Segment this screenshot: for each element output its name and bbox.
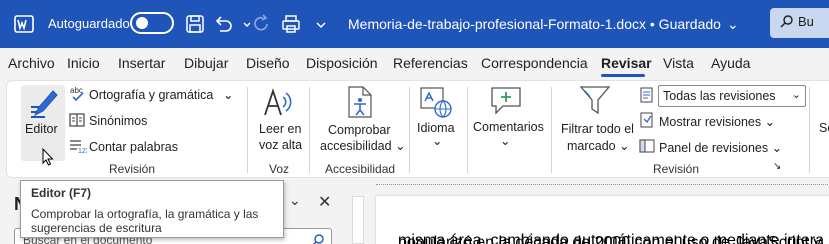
document-line-2: popularizó en la década de 2000 con el u… xyxy=(398,234,822,244)
spelling-icon: abc xyxy=(69,85,87,103)
search-icon xyxy=(780,15,793,28)
chevron-down-icon[interactable]: ⌄ xyxy=(432,133,442,148)
editor-pen-icon xyxy=(27,87,61,121)
autosave-toggle[interactable] xyxy=(130,12,174,34)
reviewing-pane-button[interactable]: Panel de revisiones ⌄ xyxy=(659,140,782,155)
read-aloud-line1[interactable]: Leer en xyxy=(259,122,301,136)
spelling-grammar-button[interactable]: Ortografía y gramática xyxy=(89,88,213,102)
undo-dropdown-icon[interactable] xyxy=(236,13,251,35)
show-markup-icon xyxy=(639,112,655,128)
tab-correspondencia[interactable]: Correspondencia xyxy=(481,55,588,71)
search-box[interactable]: Bu xyxy=(770,8,829,38)
group-separator xyxy=(409,87,410,173)
chevron-down-icon: ⌄ xyxy=(619,139,630,153)
svg-text:abc: abc xyxy=(70,86,83,95)
search-label: Bu xyxy=(798,14,814,29)
autosave-label: Autoguardado xyxy=(48,16,130,31)
group-separator xyxy=(809,87,810,173)
word-count-icon: 123 xyxy=(69,138,87,154)
group-separator xyxy=(247,87,248,173)
dialog-launcher-icon[interactable]: ↘ xyxy=(773,161,781,172)
title-bar: Autoguardado Memoria-de-trabajo-profesio… xyxy=(0,0,829,48)
ribbon-panel: Editor abc Ortografía y gramática ⌄ Sinó… xyxy=(6,80,829,178)
comment-icon xyxy=(489,85,523,117)
tab-archivo[interactable]: Archivo xyxy=(8,55,55,71)
language-icon xyxy=(419,85,453,119)
chevron-down-icon: ⌄ xyxy=(395,139,406,153)
tab-referencias[interactable]: Referencias xyxy=(393,55,468,71)
show-markup-button[interactable]: Mostrar revisiones ⌄ xyxy=(659,114,775,129)
comments-button[interactable]: Comentarios xyxy=(473,120,544,134)
reviewing-pane-icon xyxy=(639,138,655,154)
vertical-ruler xyxy=(352,196,364,244)
save-icon[interactable] xyxy=(184,13,206,35)
tab-insertar[interactable]: Insertar xyxy=(118,55,165,71)
markup-view-select-value: Todas las revisiones xyxy=(663,89,776,103)
filter-markup-icon xyxy=(579,85,613,117)
print-icon[interactable] xyxy=(280,13,302,35)
check-accessibility-line2[interactable]: accesibilidad ⌄ xyxy=(320,138,406,153)
pane-close-icon[interactable]: ✕ xyxy=(318,192,331,212)
chevron-down-icon: ⌄ xyxy=(771,141,783,155)
chevron-down-icon: ⌄ xyxy=(726,16,739,32)
accessibility-icon xyxy=(345,85,375,119)
thesaurus-icon xyxy=(69,112,85,128)
group-label-voz: Voz xyxy=(269,162,290,176)
tab-diseno[interactable]: Diseño xyxy=(246,55,290,71)
chevron-down-icon[interactable]: ⌄ xyxy=(500,133,510,148)
search-icon[interactable] xyxy=(311,233,325,244)
spelling-dropdown-icon[interactable]: ⌄ xyxy=(223,87,233,102)
read-aloud-icon xyxy=(261,87,293,119)
group-label-accesibilidad: Accesibilidad xyxy=(325,162,396,176)
redo-icon[interactable] xyxy=(250,13,272,35)
customize-toolbar-icon[interactable] xyxy=(310,13,326,35)
synonyms-button[interactable]: Sinónimos xyxy=(89,114,147,128)
group-label-revision: Revisión xyxy=(109,162,156,176)
mouse-cursor-icon xyxy=(42,147,54,171)
undo-icon[interactable] xyxy=(212,13,234,35)
chevron-down-icon: ⌄ xyxy=(764,115,776,129)
tab-vista[interactable]: Vista xyxy=(663,55,694,71)
active-tab-indicator xyxy=(601,74,645,77)
document-title[interactable]: Memoria-de-trabajo-profesional-Formato-1… xyxy=(348,16,739,33)
filter-markup-line1[interactable]: Filtrar todo el xyxy=(561,122,634,136)
group-separator xyxy=(551,87,552,173)
tab-disposicion[interactable]: Disposición xyxy=(306,55,378,71)
pane-options-chevron-icon[interactable]: ⌄ xyxy=(289,192,301,209)
chevron-down-icon: ⌄ xyxy=(791,89,801,101)
tooltip-title: Editor (F7) xyxy=(31,186,91,200)
group-separator xyxy=(309,87,310,173)
editor-tooltip: Editor (F7) Comprobar la ortografía, la … xyxy=(20,180,284,238)
word-count-button[interactable]: Contar palabras xyxy=(89,140,178,154)
editor-label: Editor xyxy=(25,122,58,136)
partial-button-label[interactable]: Se xyxy=(819,121,829,135)
tooltip-description-line1: Comprobar la ortografía, la gramática y … xyxy=(31,207,259,221)
word-logo-icon xyxy=(14,14,34,34)
tab-dibujar[interactable]: Dibujar xyxy=(184,55,228,71)
tooltip-description-line2: sugerencias de escritura xyxy=(31,221,162,235)
read-aloud-line2[interactable]: voz alta xyxy=(259,138,302,152)
ribbon-tabs: Archivo Inicio Insertar Dibujar Diseño D… xyxy=(0,48,829,78)
group-separator xyxy=(467,87,468,173)
check-accessibility-line1[interactable]: Comprobar xyxy=(328,123,391,137)
markup-view-select[interactable]: Todas las revisiones ⌄ xyxy=(658,85,806,107)
tab-inicio[interactable]: Inicio xyxy=(67,55,100,71)
horizontal-ruler xyxy=(376,184,829,194)
svg-text:123: 123 xyxy=(78,148,87,154)
tab-ayuda[interactable]: Ayuda xyxy=(711,55,750,71)
markup-display-icon xyxy=(639,87,655,103)
tab-revisar[interactable]: Revisar xyxy=(601,55,652,71)
filter-markup-line2[interactable]: marcado ⌄ xyxy=(567,138,630,153)
group-label-revision-tracking: Revisión xyxy=(653,162,700,176)
tooltip-description: Comprobar la ortografía, la gramática y … xyxy=(31,207,273,235)
